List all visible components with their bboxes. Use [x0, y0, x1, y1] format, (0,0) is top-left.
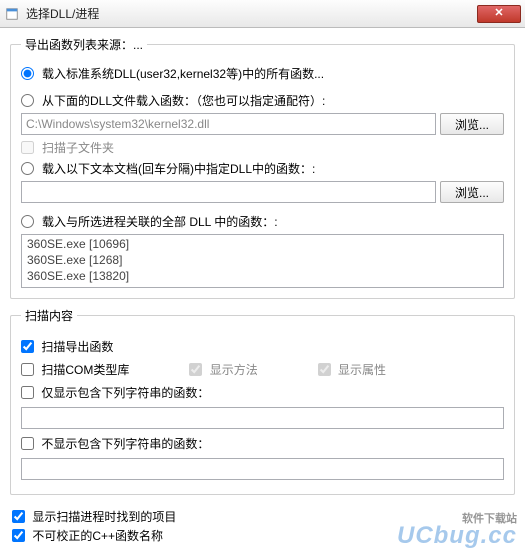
file-path-input[interactable]: [21, 113, 436, 135]
process-listbox[interactable]: 360SE.exe [10696] 360SE.exe [1268] 360SE…: [21, 234, 504, 288]
dont-show-label[interactable]: 不显示包含下列字符串的函数：: [41, 437, 209, 451]
radio-system-dll-label[interactable]: 载入标准系统DLL(user32,kernel32等)中的所有函数...: [42, 65, 324, 82]
radio-text-file-label[interactable]: 载入以下文本文档(回车分隔)中指定DLL中的函数：:: [42, 160, 315, 177]
scan-export-label[interactable]: 扫描导出函数: [41, 340, 113, 354]
scan-com-checkbox[interactable]: [21, 363, 34, 376]
only-show-input[interactable]: [21, 407, 504, 429]
show-props-checkbox[interactable]: [318, 363, 331, 376]
close-button[interactable]: ✕: [477, 5, 521, 23]
only-show-checkbox[interactable]: [21, 386, 34, 399]
app-icon: [4, 6, 20, 22]
group-scan: 扫描内容 扫描导出函数 扫描COM类型库 显示方法 显示属性 仅显示包含下列字符…: [10, 307, 515, 495]
dont-show-checkbox[interactable]: [21, 437, 34, 450]
uncorrectable-cpp-label[interactable]: 不可校正的C++函数名称: [32, 529, 163, 543]
group-source-legend: 导出函数列表来源：...: [21, 36, 147, 53]
content-area: 导出函数列表来源：... 载入标准系统DLL(user32,kernel32等)…: [0, 28, 525, 511]
radio-process-label[interactable]: 载入与所选进程关联的全部 DLL 中的函数：:: [42, 213, 278, 230]
scan-com-label[interactable]: 扫描COM类型库: [41, 363, 129, 377]
scan-subfolders-checkbox[interactable]: [21, 141, 34, 154]
show-scan-items-label[interactable]: 显示扫描进程时找到的项目: [32, 510, 176, 524]
dont-show-input[interactable]: [21, 458, 504, 480]
radio-process[interactable]: [21, 215, 34, 228]
browse-file-button[interactable]: 浏览...: [440, 113, 504, 135]
list-item[interactable]: 360SE.exe [1268]: [23, 252, 502, 268]
group-source: 导出函数列表来源：... 载入标准系统DLL(user32,kernel32等)…: [10, 36, 515, 299]
titlebar: 选择DLL/进程 ✕: [0, 0, 525, 28]
only-show-label[interactable]: 仅显示包含下列字符串的函数：: [41, 386, 209, 400]
radio-file-dll[interactable]: [21, 94, 34, 107]
window-title: 选择DLL/进程: [26, 5, 477, 22]
group-scan-legend: 扫描内容: [21, 307, 77, 324]
scan-subfolders-label: 扫描子文件夹: [42, 139, 114, 156]
scan-export-checkbox[interactable]: [21, 340, 34, 353]
list-item[interactable]: 360SE.exe [13820]: [23, 268, 502, 284]
show-props-label: 显示属性: [338, 363, 386, 377]
close-icon: ✕: [494, 8, 503, 19]
show-scan-items-checkbox[interactable]: [12, 510, 25, 523]
radio-text-file[interactable]: [21, 162, 34, 175]
show-methods-checkbox[interactable]: [189, 363, 202, 376]
uncorrectable-cpp-checkbox[interactable]: [12, 529, 25, 542]
show-methods-label: 显示方法: [210, 363, 258, 377]
radio-file-dll-label[interactable]: 从下面的DLL文件载入函数：（您也可以指定通配符）:: [42, 92, 325, 109]
text-path-input[interactable]: [21, 181, 436, 203]
browse-text-button[interactable]: 浏览...: [440, 181, 504, 203]
bottom-options: 显示扫描进程时找到的项目 不可校正的C++函数名称: [12, 506, 513, 546]
list-item[interactable]: 360SE.exe [10696]: [23, 236, 502, 252]
radio-system-dll[interactable]: [21, 67, 34, 80]
